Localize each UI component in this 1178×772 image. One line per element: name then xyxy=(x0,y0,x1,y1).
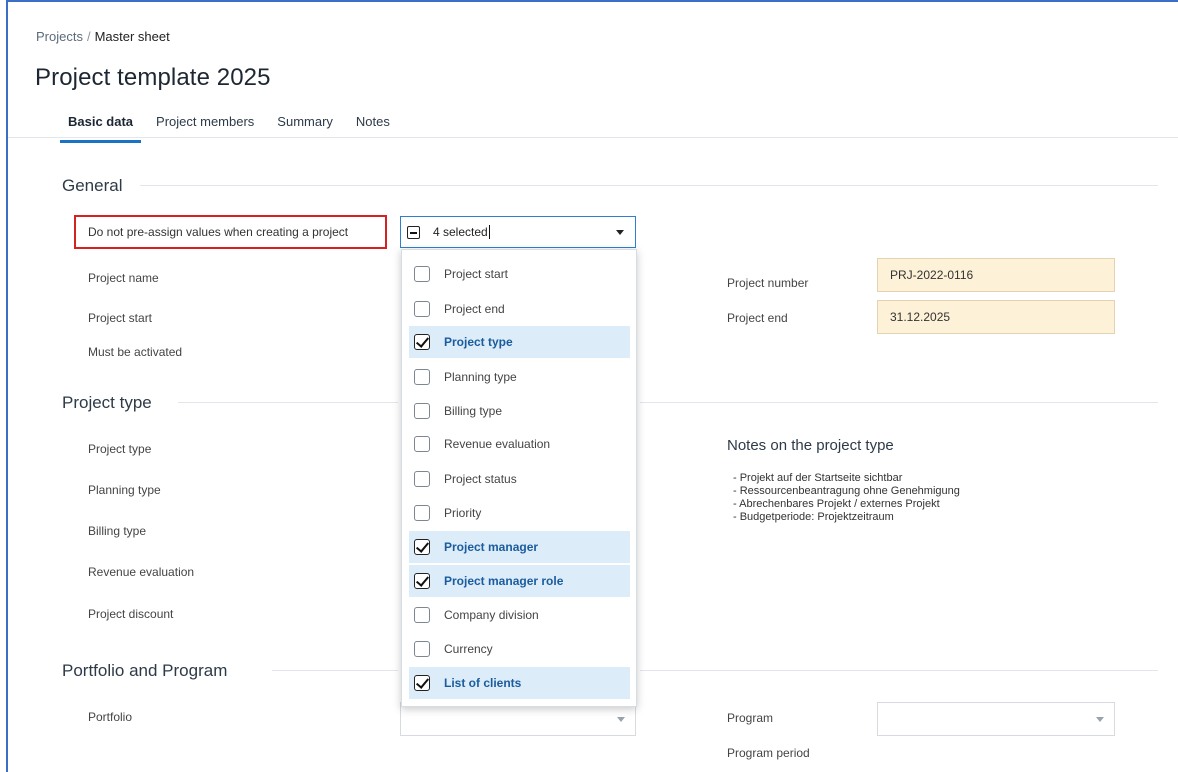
checkbox-icon[interactable] xyxy=(414,301,430,317)
checkbox-icon[interactable] xyxy=(414,266,430,282)
page-title: Project template 2025 xyxy=(35,64,271,91)
option-priority[interactable]: Priority xyxy=(409,497,630,529)
option-label: Project end xyxy=(444,302,505,316)
option-label: Billing type xyxy=(444,404,503,418)
tab-bar: Basic data Project members Summary Notes xyxy=(60,114,405,143)
checkbox-icon[interactable] xyxy=(414,505,430,521)
option-label: Currency xyxy=(444,642,493,656)
option-label: Project start xyxy=(444,267,509,281)
option-revenue-evaluation[interactable]: Revenue evaluation xyxy=(409,428,630,460)
project-end-label: Project end xyxy=(727,311,788,325)
preassign-label-highlighted: Do not pre-assign values when creating a… xyxy=(74,215,387,249)
option-label: Company division xyxy=(444,608,539,622)
option-label: Planning type xyxy=(444,370,517,384)
checkbox-icon[interactable] xyxy=(414,607,430,623)
checkbox-icon[interactable] xyxy=(414,471,430,487)
notes-line: - Budgetperiode: Projektzeitraum xyxy=(733,511,894,523)
section-divider xyxy=(640,670,1158,671)
option-label: Revenue evaluation xyxy=(444,437,551,451)
option-company-division[interactable]: Company division xyxy=(409,599,630,631)
tab-summary[interactable]: Summary xyxy=(269,114,341,137)
option-billing-type[interactable]: Billing type xyxy=(409,395,630,427)
option-project-status[interactable]: Project status xyxy=(409,463,630,495)
option-project-end[interactable]: Project end xyxy=(409,293,630,325)
project-number-label: Project number xyxy=(727,276,809,290)
option-project-manager-role[interactable]: Project manager role xyxy=(409,565,630,597)
notes-title: Notes on the project type xyxy=(727,437,894,454)
project-name-label: Project name xyxy=(88,271,159,285)
breadcrumb-projects-link[interactable]: Projects xyxy=(36,29,83,44)
breadcrumb-current: Master sheet xyxy=(94,29,170,44)
must-be-activated-label: Must be activated xyxy=(88,345,183,359)
billing-type-label: Billing type xyxy=(88,524,147,538)
text-cursor xyxy=(488,225,490,239)
section-divider xyxy=(140,185,1158,186)
checkbox-icon[interactable] xyxy=(414,403,430,419)
program-period-label: Program period xyxy=(727,746,810,760)
option-project-start[interactable]: Project start xyxy=(409,258,630,290)
checked-checkbox-icon[interactable] xyxy=(414,334,430,350)
option-currency[interactable]: Currency xyxy=(409,633,630,665)
multiselect-dropdown-panel: Project start Project end Project type P… xyxy=(401,249,637,707)
portfolio-select[interactable] xyxy=(400,702,636,736)
program-label: Program xyxy=(727,711,774,725)
option-label: Project status xyxy=(444,472,517,486)
preassign-multiselect[interactable]: 4 selected xyxy=(400,216,636,248)
checkbox-icon[interactable] xyxy=(414,641,430,657)
project-end-field[interactable]: 31.12.2025 xyxy=(877,300,1115,334)
chevron-down-icon xyxy=(1096,717,1104,722)
breadcrumb-separator: / xyxy=(86,29,91,44)
notes-list: - Projekt auf der Startseite sichtbar - … xyxy=(733,472,960,524)
checked-checkbox-icon[interactable] xyxy=(414,539,430,555)
option-label: Project type xyxy=(444,335,513,349)
option-label: Priority xyxy=(444,506,482,520)
chevron-down-icon[interactable] xyxy=(616,230,624,235)
section-title-general: General xyxy=(62,176,123,195)
section-divider xyxy=(272,670,398,671)
option-label: Project manager role xyxy=(444,574,564,588)
multiselect-value: 4 selected xyxy=(433,225,488,239)
tab-notes[interactable]: Notes xyxy=(348,114,398,137)
option-planning-type[interactable]: Planning type xyxy=(409,361,630,393)
tab-basic-data[interactable]: Basic data xyxy=(60,114,142,143)
section-divider xyxy=(640,402,1158,403)
planning-type-label: Planning type xyxy=(88,483,161,497)
notes-line: - Projekt auf der Startseite sichtbar xyxy=(733,472,903,484)
section-title-portfolio: Portfolio and Program xyxy=(62,661,228,680)
portfolio-label: Portfolio xyxy=(88,710,133,724)
option-project-type[interactable]: Project type xyxy=(409,326,630,358)
breadcrumb: Projects / Master sheet xyxy=(36,29,170,44)
project-number-field[interactable]: PRJ-2022-0116 xyxy=(877,258,1115,292)
project-start-label: Project start xyxy=(88,311,153,325)
page-header: Projects / Master sheet Project template 2… xyxy=(8,2,1178,143)
chevron-down-icon xyxy=(617,717,625,722)
option-list-of-clients[interactable]: List of clients xyxy=(409,667,630,699)
notes-line: - Ressourcenbeantragung ohne Genehmigung xyxy=(733,485,960,497)
revenue-evaluation-label: Revenue evaluation xyxy=(88,565,195,579)
project-type-label: Project type xyxy=(88,442,152,456)
select-all-partial-checkbox[interactable] xyxy=(407,225,420,239)
checkbox-icon[interactable] xyxy=(414,436,430,452)
checkbox-icon[interactable] xyxy=(414,369,430,385)
program-select[interactable] xyxy=(877,702,1115,736)
checked-checkbox-icon[interactable] xyxy=(414,675,430,691)
option-project-manager[interactable]: Project manager xyxy=(409,531,630,563)
option-label: Project manager xyxy=(444,540,539,554)
notes-line: - Abrechenbares Projekt / externes Proje… xyxy=(733,498,940,510)
checked-checkbox-icon[interactable] xyxy=(414,573,430,589)
tab-project-members[interactable]: Project members xyxy=(148,114,262,137)
option-label: List of clients xyxy=(444,676,522,690)
section-divider xyxy=(178,402,398,403)
project-discount-label: Project discount xyxy=(88,607,174,621)
section-title-project-type: Project type xyxy=(62,393,152,412)
